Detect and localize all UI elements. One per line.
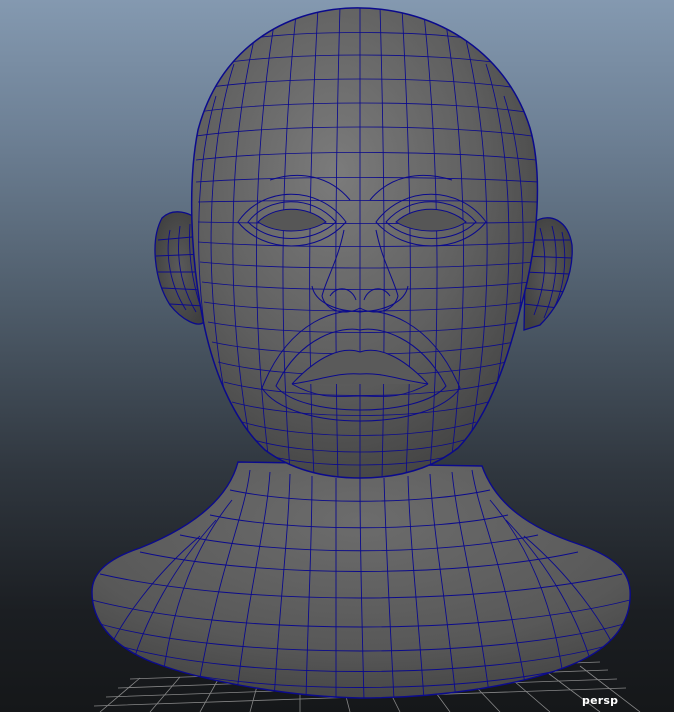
scene-view[interactable] (0, 0, 674, 712)
perspective-viewport[interactable]: persp (0, 0, 674, 712)
camera-name-label: persp (582, 694, 619, 707)
bust-torso-mesh[interactable] (91, 461, 631, 700)
head-mesh[interactable] (190, 6, 539, 480)
